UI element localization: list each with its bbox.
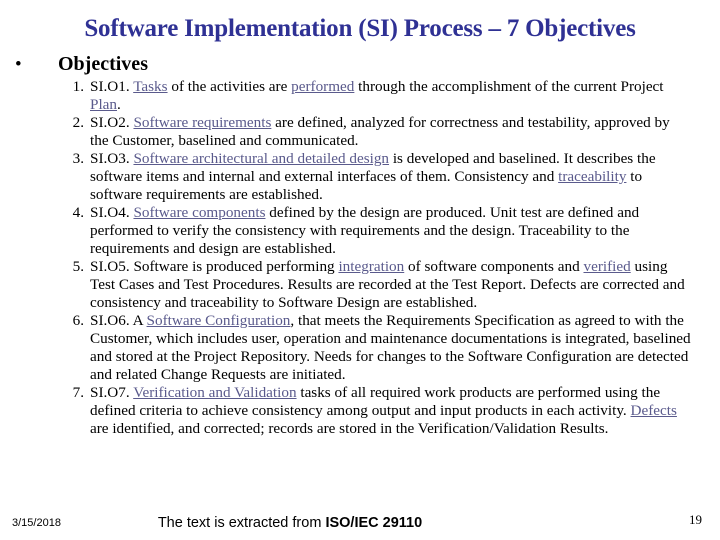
objective-link[interactable]: verified	[583, 258, 630, 275]
objective-text: SI.O4. Software components defined by th…	[90, 204, 639, 257]
objective-item: 2. SI.O2. Software requirements are defin…	[0, 114, 720, 150]
objective-link[interactable]: Software architectural and detailed desi…	[133, 150, 389, 167]
objective-item: 4. SI.O4. Software components defined by …	[0, 204, 720, 258]
objective-link[interactable]: Verification and Validation	[133, 384, 296, 401]
slide-body: • Objectives 1. SI.O1. Tasks of the activ…	[0, 52, 720, 438]
footer-note-standard: ISO/IEC 29110	[325, 515, 423, 531]
objective-number: 5.	[72, 258, 84, 275]
section-heading-row: • Objectives	[0, 52, 720, 77]
objective-text-run: of the activities are	[167, 78, 292, 95]
objective-number: 2.	[72, 114, 84, 131]
objective-link[interactable]: Software requirements	[133, 114, 271, 131]
objective-text-run: SI.O5. Software is produced performing	[90, 258, 339, 275]
objective-text-run: .	[117, 96, 121, 113]
objective-text-run: through the accomplishment of the curren…	[354, 78, 664, 95]
objective-text-run: SI.O1.	[90, 78, 134, 95]
objective-link[interactable]: traceability	[558, 168, 626, 185]
objective-item: 5. SI.O5. Software is produced performing…	[0, 258, 720, 312]
objective-number: 4.	[72, 204, 84, 221]
objectives-list: 1. SI.O1. Tasks of the activities are per…	[0, 78, 720, 438]
objective-text-run: are identified, and corrected; records a…	[90, 420, 609, 437]
objective-text-run: SI.O4.	[90, 204, 134, 221]
objective-link[interactable]: Defects	[631, 402, 677, 419]
section-heading-label: Objectives	[58, 53, 148, 75]
objective-text: SI.O5. Software is produced performing i…	[90, 258, 685, 311]
objective-text: SI.O6. A Software Configuration, that me…	[90, 312, 691, 383]
slide: Software Implementation (SI) Process – 7…	[0, 0, 720, 540]
bullet-icon: •	[15, 54, 22, 75]
objective-text: SI.O3. Software architectural and detail…	[90, 150, 656, 203]
objective-link[interactable]: integration	[338, 258, 404, 275]
objective-text-run: SI.O7.	[90, 384, 134, 401]
objective-link[interactable]: Tasks	[133, 78, 167, 95]
footer-note: The text is extracted from ISO/IEC 29110	[0, 514, 720, 532]
slide-number: 19	[689, 512, 702, 527]
objective-text-run: SI.O2.	[90, 114, 134, 131]
objective-text-run: of software components and	[404, 258, 584, 275]
objective-number: 7.	[72, 384, 84, 401]
objective-item: 7. SI.O7. Verification and Validation tas…	[0, 384, 720, 438]
objective-text: SI.O1. Tasks of the activities are perfo…	[90, 78, 664, 113]
objective-number: 6.	[72, 312, 84, 329]
footer-note-prefix: The text is extracted from	[157, 515, 326, 531]
page-title: Software Implementation (SI) Process – 7…	[84, 15, 636, 42]
objective-text: SI.O2. Software requirements are defined…	[90, 114, 670, 149]
objective-link[interactable]: performed	[291, 78, 354, 95]
objective-text-run: SI.O6. A	[90, 312, 147, 329]
objective-item: 1. SI.O1. Tasks of the activities are per…	[0, 78, 720, 114]
objective-link[interactable]: Software components	[133, 204, 265, 221]
objective-link[interactable]: Software Configuration	[147, 312, 291, 329]
objective-text-run: SI.O3.	[90, 150, 134, 167]
objective-item: 3. SI.O3. Software architectural and deta…	[0, 150, 720, 204]
objective-text: SI.O7. Verification and Validation tasks…	[90, 384, 677, 437]
objective-item: 6. SI.O6. A Software Configuration, that …	[0, 312, 720, 384]
objective-number: 3.	[72, 150, 84, 167]
objective-link[interactable]: Plan	[90, 96, 117, 113]
objective-number: 1.	[72, 78, 84, 95]
